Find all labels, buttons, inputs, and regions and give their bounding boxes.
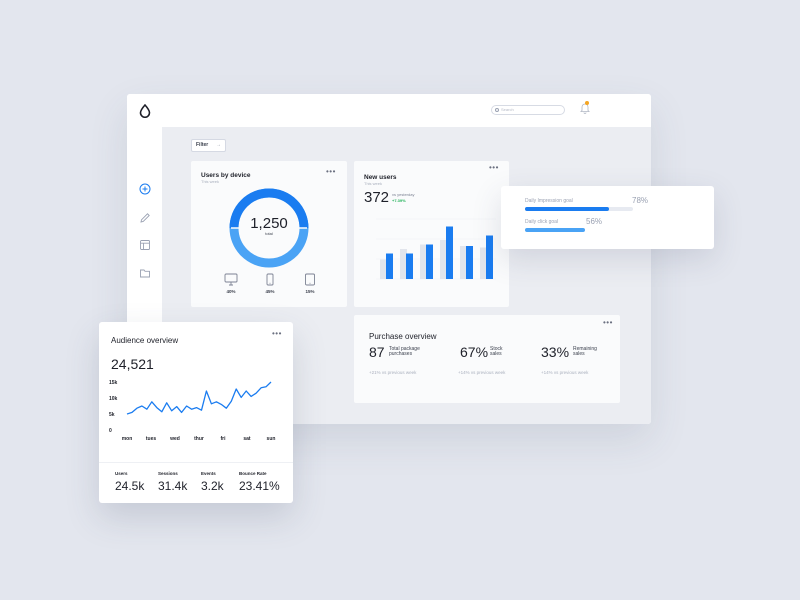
goals-card: Daily Impression goal 78% Daily click go… (501, 186, 714, 249)
line-series (126, 381, 272, 415)
stat-label: Events (201, 471, 216, 476)
device-tablet-pct: 15% (305, 289, 315, 294)
arrow-right-icon: → (216, 142, 221, 148)
x-tick-label: sun (267, 436, 276, 442)
purchase-metric-label: Remaining sales (573, 346, 597, 357)
card-title: New users (364, 174, 397, 181)
bar (400, 249, 407, 279)
device-desktop-pct: 40% (226, 289, 236, 294)
bar (460, 246, 467, 279)
goal-label: Daily Impression goal (525, 198, 573, 204)
new-users-change: +7.39% (392, 198, 406, 203)
audience-line-chart: 15k 10k 5k 0 mon tues wed thur fri sat sun (109, 380, 276, 442)
bar (446, 226, 453, 279)
device-tablet: 15% (300, 273, 320, 294)
x-tick-label: wed (169, 436, 180, 442)
bar (466, 246, 473, 279)
purchase-metric-value: 33% (541, 344, 570, 360)
donut-total-label: total (265, 231, 273, 236)
x-tick-label: fri (221, 436, 227, 442)
new-users-vs-label: vs yesterday (392, 192, 415, 197)
purchase-metric-value: 87 (369, 344, 385, 360)
y-tick-label: 0 (109, 428, 112, 434)
more-options-icon[interactable]: ••• (272, 330, 282, 338)
stat-value: 3.2k (201, 479, 224, 493)
device-desktop: 40% (221, 273, 241, 294)
top-bar: Search (127, 94, 651, 127)
search-icon (495, 108, 499, 112)
new-users-value: 372 (364, 189, 390, 206)
more-options-icon[interactable]: ••• (603, 319, 613, 327)
x-tick-label: thur (194, 436, 204, 442)
donut-total: 1,250 (250, 215, 288, 232)
notification-badge (585, 101, 589, 105)
audience-overview-card: Audience overview ••• 24,521 15k 10k 5k 0 mo… (99, 322, 293, 503)
bar (406, 253, 413, 279)
y-tick-label: 15k (109, 380, 118, 386)
goal-percent: 56% (586, 217, 603, 226)
desktop-icon (224, 273, 238, 286)
filter-button[interactable]: Filter → (191, 139, 226, 152)
bar (386, 253, 393, 279)
stat-value: 23.41% (239, 479, 280, 493)
bar (486, 235, 493, 279)
mobile-icon (266, 273, 274, 286)
stat-bounce-rate: Bounce Rate 23.41% (239, 471, 280, 493)
purchase-metric-label: Stock sales (490, 346, 503, 357)
divider (99, 462, 293, 463)
x-tick-label: tues (146, 436, 157, 442)
goal-progress-bar (525, 228, 633, 232)
x-tick-label: mon (122, 436, 133, 442)
more-options-icon[interactable]: ••• (326, 168, 336, 176)
goal-progress-fill (525, 228, 586, 232)
y-tick-label: 5k (109, 412, 115, 418)
stat-value: 31.4k (158, 479, 188, 493)
bar (380, 259, 387, 279)
add-circle-icon[interactable] (139, 183, 151, 195)
bar (480, 247, 487, 279)
stat-label: Bounce Rate (239, 471, 267, 476)
purchase-metric-value: 67% (460, 344, 489, 360)
goal-progress-fill (525, 207, 610, 211)
filter-label: Filter (196, 142, 209, 148)
tablet-icon (305, 273, 315, 286)
bar (440, 240, 447, 279)
new-users-bar-chart (376, 218, 496, 280)
search-placeholder: Search (501, 107, 514, 112)
goal-progress-bar (525, 207, 633, 211)
search-input[interactable]: Search (491, 105, 565, 115)
goal-label: Daily click goal (525, 219, 559, 225)
device-mobile-pct: 45% (265, 289, 275, 294)
stat-value: 24.5k (115, 479, 145, 493)
layout-icon[interactable] (139, 239, 151, 251)
audience-value: 24,521 (111, 356, 154, 372)
drop-logo-icon[interactable] (139, 104, 151, 118)
card-title: Audience overview (111, 336, 179, 345)
more-options-icon[interactable]: ••• (489, 164, 499, 172)
purchase-metric-sub: +14% vs previous week (458, 370, 506, 375)
stat-label: Sessions (158, 471, 178, 476)
x-tick-label: sat (243, 436, 251, 442)
card-title: Purchase overview (369, 332, 437, 341)
stat-events: Events 3.2k (201, 471, 224, 493)
stat-sessions: Sessions 31.4k (158, 471, 187, 493)
device-mobile: 45% (260, 273, 280, 294)
users-by-device-card: Users by device This week ••• 1,250 tota… (191, 161, 347, 307)
purchase-metric-label: Total package purchases (389, 346, 420, 357)
new-users-card: New users This week ••• 372 vs yesterday… (354, 161, 509, 307)
card-title: Users by device (201, 172, 251, 179)
y-tick-label: 10k (109, 396, 118, 402)
purchase-metric-sub: +14% vs previous week (541, 370, 589, 375)
card-subtitle: This week (201, 179, 220, 184)
purchase-overview-card: Purchase overview ••• 87 Total package p… (354, 315, 620, 403)
stat-label: Users (115, 471, 128, 476)
bar (426, 244, 433, 279)
bar (420, 244, 427, 279)
pencil-icon[interactable] (139, 212, 151, 224)
card-subtitle: This week (364, 181, 383, 186)
purchase-metric-sub: +21% vs previous week (369, 370, 417, 375)
goal-percent: 78% (632, 196, 649, 205)
stat-users: Users 24.5k (115, 471, 144, 493)
folder-icon[interactable] (139, 267, 151, 279)
